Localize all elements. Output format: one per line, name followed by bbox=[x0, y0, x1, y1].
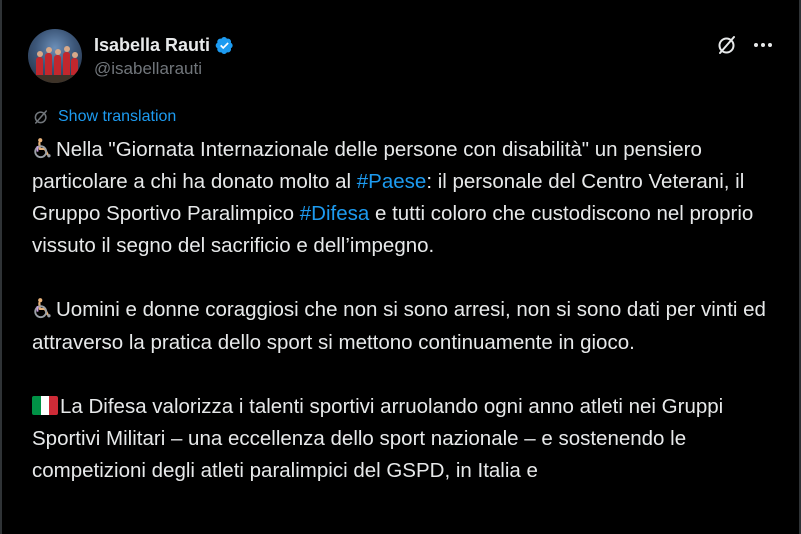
tweet-paragraph: La Difesa valorizza i talenti sportivi a… bbox=[32, 391, 784, 487]
tweet-paragraph: Uomini e donne coraggiosi che non si son… bbox=[32, 294, 784, 358]
italy-flag-icon bbox=[32, 395, 58, 415]
tweet-text: Nella "Giornata Internazionale delle per… bbox=[32, 134, 784, 519]
author-name-row: Isabella Rauti bbox=[94, 33, 234, 57]
tweet-text-segment: La Difesa valorizza i talenti sportivi a… bbox=[32, 394, 724, 482]
tweet-header: Isabella Rauti @isabellarauti bbox=[28, 29, 775, 85]
avatar-ground bbox=[28, 75, 82, 83]
more-horizontal-icon[interactable] bbox=[751, 33, 775, 57]
translate-row[interactable]: Show translation bbox=[32, 106, 176, 128]
tweet-paragraph: Nella "Giornata Internazionale delle per… bbox=[32, 134, 784, 262]
author-display-name[interactable]: Isabella Rauti bbox=[94, 35, 210, 56]
hashtag-link[interactable]: #Paese bbox=[357, 170, 427, 193]
translate-icon bbox=[34, 110, 47, 124]
show-translation-link[interactable]: Show translation bbox=[58, 108, 176, 126]
hashtag-link[interactable]: #Difesa bbox=[300, 202, 370, 225]
author-handle[interactable]: @isabellarauti bbox=[94, 59, 202, 79]
grok-icon[interactable] bbox=[715, 33, 739, 57]
tweet-card: Isabella Rauti @isabellarauti Show trans… bbox=[0, 0, 801, 534]
verified-badge-icon[interactable] bbox=[215, 36, 234, 55]
tweet-text-segment: Uomini e donne coraggiosi che non si son… bbox=[32, 298, 766, 354]
manual-wheelchair-icon bbox=[34, 138, 51, 159]
manual-wheelchair-icon bbox=[34, 298, 51, 319]
avatar[interactable] bbox=[28, 29, 82, 83]
